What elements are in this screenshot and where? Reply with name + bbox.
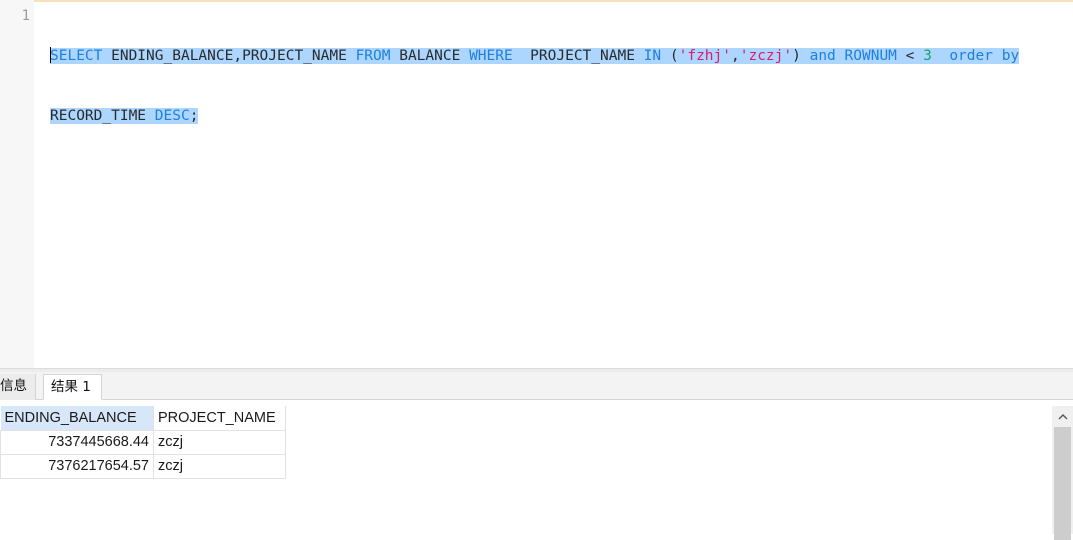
code-token: ( — [661, 48, 679, 64]
result-table: ENDING_BALANCE PROJECT_NAME 7337445668.4… — [0, 406, 286, 479]
code-line-2: RECORD_TIME DESC; — [50, 106, 1060, 126]
number-literal: 3 — [923, 48, 932, 64]
keyword-by: by — [1001, 48, 1020, 64]
column-header-project-name[interactable]: PROJECT_NAME — [153, 406, 286, 430]
column-header-ending-balance[interactable]: ENDING_BALANCE — [0, 406, 154, 430]
code-token: ENDING_BALANCE,PROJECT_NAME — [102, 48, 356, 64]
keyword-rownum: ROWNUM — [844, 48, 897, 64]
tab-result-1[interactable]: 结果 1 — [43, 374, 102, 400]
code-token: BALANCE — [390, 48, 470, 64]
tab-info[interactable]: 信息 — [0, 374, 36, 400]
keyword-where: WHERE — [469, 48, 513, 64]
scrollbar-thumb[interactable] — [1054, 427, 1071, 540]
selection-line-1: SELECT ENDING_BALANCE,PROJECT_NAME FROM … — [50, 47, 1020, 64]
table-header-row: ENDING_BALANCE PROJECT_NAME — [0, 406, 286, 430]
code-line-1: SELECT ENDING_BALANCE,PROJECT_NAME FROM … — [50, 46, 1060, 66]
code-token: , — [731, 48, 740, 64]
keyword-select: SELECT — [50, 48, 103, 64]
string-literal: 'zczj' — [739, 48, 793, 64]
sql-code[interactable]: SELECT ENDING_BALANCE,PROJECT_NAME FROM … — [50, 6, 1060, 166]
code-token: PROJECT_NAME — [512, 48, 644, 64]
cell-ending-balance[interactable]: 7376217654.57 — [0, 453, 154, 479]
code-token: ) — [792, 48, 810, 64]
code-token: RECORD_TIME — [50, 108, 155, 124]
keyword-and: and — [809, 48, 836, 64]
editor-top-strip — [0, 0, 1073, 2]
keyword-order: order — [949, 48, 993, 64]
line-number-gutter: 1 — [0, 0, 34, 368]
code-token: < — [896, 48, 924, 64]
result-tabbar: 信息 结果 1 — [0, 372, 1073, 400]
keyword-desc: DESC — [154, 108, 190, 124]
chevron-up-icon[interactable] — [1052, 406, 1073, 426]
code-token: ; — [189, 108, 199, 124]
result-grid[interactable]: ENDING_BALANCE PROJECT_NAME 7337445668.4… — [0, 400, 1052, 534]
line-number: 1 — [21, 8, 30, 24]
vertical-scrollbar[interactable] — [1052, 406, 1073, 540]
table-row[interactable]: 7376217654.57 zczj — [0, 453, 286, 479]
keyword-from: FROM — [355, 48, 391, 64]
table-row[interactable]: 7337445668.44 zczj — [0, 429, 286, 455]
cell-ending-balance[interactable]: 7337445668.44 — [0, 429, 154, 455]
string-literal: 'fzhj' — [678, 48, 731, 64]
cell-project-name[interactable]: zczj — [153, 429, 286, 455]
sql-editor[interactable]: 1 SELECT ENDING_BALANCE,PROJECT_NAME FRO… — [0, 0, 1073, 368]
keyword-in: IN — [643, 48, 662, 64]
selection-line-2: RECORD_TIME DESC; — [50, 108, 199, 124]
cell-project-name[interactable]: zczj — [153, 453, 286, 479]
